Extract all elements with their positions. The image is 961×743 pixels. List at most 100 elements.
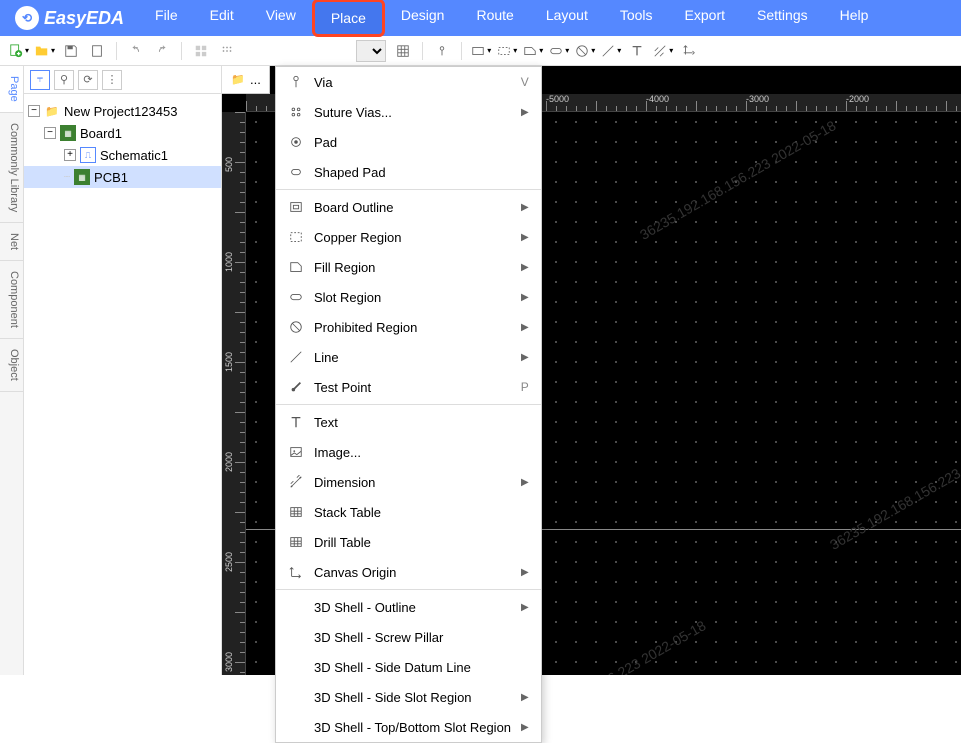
test-point-icon xyxy=(288,379,304,395)
menu-item-label: Prohibited Region xyxy=(314,320,511,335)
copper-tool[interactable]: ▾ xyxy=(496,40,518,62)
pcb-icon: ▦ xyxy=(74,169,90,185)
tree-header: ⫧ ⚲ ⟳ ⋮ xyxy=(24,66,221,94)
tree-project[interactable]: − 📁 New Project123453 xyxy=(24,100,221,122)
folder-icon: 📁 xyxy=(230,72,246,88)
menu-item-label: 3D Shell - Top/Bottom Slot Region xyxy=(314,720,511,735)
undo-button[interactable] xyxy=(125,40,147,62)
side-tab-net[interactable]: Net xyxy=(0,223,23,261)
tree-menu-button[interactable]: ⋮ xyxy=(102,70,122,90)
place-text[interactable]: Text xyxy=(276,407,541,437)
slot-tool[interactable]: ▾ xyxy=(548,40,570,62)
side-tab-page[interactable]: Page xyxy=(0,66,23,113)
filter-button[interactable]: ⫧ xyxy=(30,70,50,90)
place-suture-vias-[interactable]: Suture Vias...▶ xyxy=(276,97,541,127)
line-tool[interactable]: ▾ xyxy=(600,40,622,62)
place-drill-table[interactable]: Drill Table xyxy=(276,527,541,557)
ruler-tick: 3000 xyxy=(224,652,234,672)
ruler-tick: -5000 xyxy=(546,94,569,104)
place-3d-shell-side-datum-line[interactable]: 3D Shell - Side Datum Line xyxy=(276,652,541,682)
dots-button[interactable] xyxy=(216,40,238,62)
side-tabs: PageCommonly LibraryNetComponentObject xyxy=(0,66,24,675)
ruler-tick: -4000 xyxy=(646,94,669,104)
menu-settings[interactable]: Settings xyxy=(741,0,824,37)
place-3d-shell-top-bottom-slot-region[interactable]: 3D Shell - Top/Bottom Slot Region▶ xyxy=(276,712,541,742)
menu-view[interactable]: View xyxy=(250,0,312,37)
expand-icon[interactable]: + xyxy=(64,149,76,161)
submenu-arrow-icon: ▶ xyxy=(521,352,529,363)
tree-board[interactable]: − ▦ Board1 xyxy=(24,122,221,144)
layer-select[interactable] xyxy=(356,40,386,62)
menu-tools[interactable]: Tools xyxy=(604,0,669,37)
menu-export[interactable]: Export xyxy=(669,0,741,37)
place-test-point[interactable]: Test Point P xyxy=(276,372,541,402)
menu-file[interactable]: File xyxy=(139,0,194,37)
place-copper-region[interactable]: Copper Region▶ xyxy=(276,222,541,252)
prohibited-tool[interactable]: ▾ xyxy=(574,40,596,62)
prohibited-icon xyxy=(288,319,304,335)
text-tool[interactable] xyxy=(626,40,648,62)
place-prohibited-region[interactable]: Prohibited Region▶ xyxy=(276,312,541,342)
place-3d-shell-side-slot-region[interactable]: 3D Shell - Side Slot Region▶ xyxy=(276,682,541,712)
dimension-tool[interactable]: ▾ xyxy=(652,40,674,62)
menu-edit[interactable]: Edit xyxy=(194,0,250,37)
place-image-[interactable]: Image... xyxy=(276,437,541,467)
place-line[interactable]: Line▶ xyxy=(276,342,541,372)
grid-button[interactable] xyxy=(190,40,212,62)
logo[interactable]: ⟲ EasyEDA xyxy=(0,6,139,30)
search-tree-button[interactable]: ⚲ xyxy=(54,70,74,90)
rect-tool[interactable]: ▾ xyxy=(470,40,492,62)
table-icon xyxy=(288,534,304,550)
place-fill-region[interactable]: Fill Region▶ xyxy=(276,252,541,282)
open-button[interactable]: ▾ xyxy=(34,40,56,62)
tree-pcb[interactable]: ┈ ▦ PCB1 xyxy=(24,166,221,188)
tree-schematic[interactable]: + ⎍ Schematic1 xyxy=(24,144,221,166)
redo-button[interactable] xyxy=(151,40,173,62)
menu-item-label: Suture Vias... xyxy=(314,105,511,120)
ruler-tick: -3000 xyxy=(746,94,769,104)
refresh-button[interactable]: ⟳ xyxy=(78,70,98,90)
side-tab-object[interactable]: Object xyxy=(0,339,23,392)
menu-item-label: Slot Region xyxy=(314,290,511,305)
place-pad[interactable]: Pad xyxy=(276,127,541,157)
print-button[interactable] xyxy=(86,40,108,62)
menu-place[interactable]: Place xyxy=(312,0,385,37)
origin-tool[interactable] xyxy=(678,40,700,62)
place-canvas-origin[interactable]: Canvas Origin▶ xyxy=(276,557,541,587)
place-3d-shell-screw-pillar[interactable]: 3D Shell - Screw Pillar xyxy=(276,622,541,652)
tree-project-label: New Project123453 xyxy=(64,104,177,119)
ruler-tick: 500 xyxy=(224,157,234,172)
menu-item-label: Stack Table xyxy=(314,505,529,520)
menu-design[interactable]: Design xyxy=(385,0,461,37)
side-tab-commonly-library[interactable]: Commonly Library xyxy=(0,113,23,223)
via-tool[interactable] xyxy=(431,40,453,62)
place-stack-table[interactable]: Stack Table xyxy=(276,497,541,527)
canvas-tab-main[interactable]: 📁 ... xyxy=(222,66,270,93)
place-dimension[interactable]: Dimension▶ xyxy=(276,467,541,497)
menu-route[interactable]: Route xyxy=(460,0,529,37)
new-file-button[interactable]: ▾ xyxy=(8,40,30,62)
side-tab-component[interactable]: Component xyxy=(0,261,23,339)
collapse-icon[interactable]: − xyxy=(44,127,56,139)
submenu-arrow-icon: ▶ xyxy=(521,602,529,613)
menu-item-label: Test Point xyxy=(314,380,511,395)
place-dropdown: ViaVSuture Vias...▶PadShaped PadBoard Ou… xyxy=(275,66,542,743)
logo-icon: ⟲ xyxy=(15,6,39,30)
place-board-outline[interactable]: Board Outline▶ xyxy=(276,192,541,222)
submenu-arrow-icon: ▶ xyxy=(521,567,529,578)
save-button[interactable] xyxy=(60,40,82,62)
menu-layout[interactable]: Layout xyxy=(530,0,604,37)
grid-toggle-button[interactable] xyxy=(392,40,414,62)
place-shaped-pad[interactable]: Shaped Pad xyxy=(276,157,541,187)
fill-tool[interactable]: ▾ xyxy=(522,40,544,62)
place-3d-shell-outline[interactable]: 3D Shell - Outline▶ xyxy=(276,592,541,622)
collapse-icon[interactable]: − xyxy=(28,105,40,117)
menu-item-label: Image... xyxy=(314,445,529,460)
tree-leaf-icon: ┈ xyxy=(64,172,70,183)
shortcut-label: P xyxy=(521,380,529,394)
place-via[interactable]: ViaV xyxy=(276,67,541,97)
menu-help[interactable]: Help xyxy=(824,0,885,37)
menu-separator xyxy=(276,404,541,405)
place-slot-region[interactable]: Slot Region▶ xyxy=(276,282,541,312)
canvas-tabs: 📁 ... xyxy=(222,66,270,94)
